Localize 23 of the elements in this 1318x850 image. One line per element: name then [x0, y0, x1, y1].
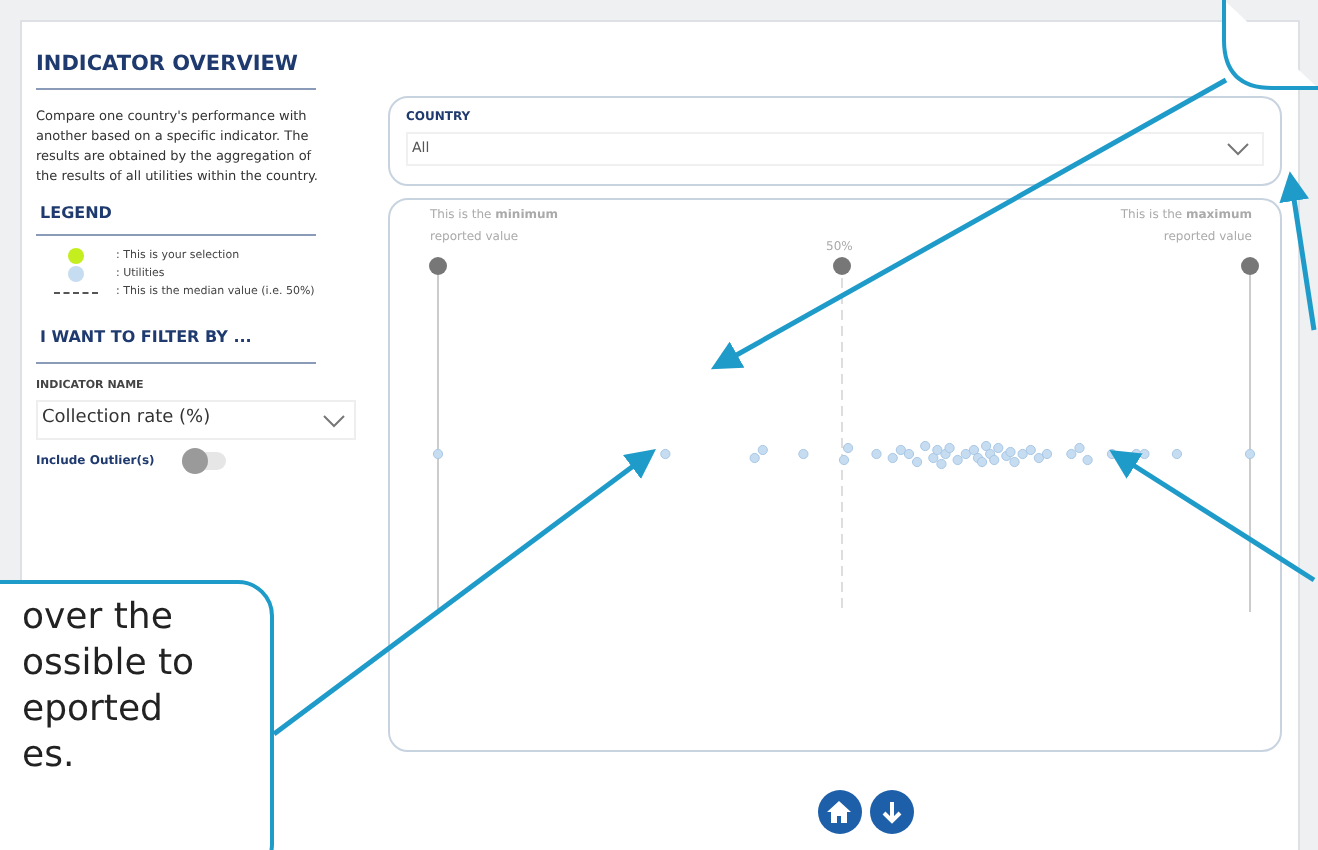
- callout-text: ossible to: [22, 640, 197, 686]
- dashed-line-icon: [54, 291, 98, 294]
- callout-text: eported: [22, 686, 165, 732]
- utility-point: [798, 448, 809, 460]
- chevron-down-icon: [1226, 142, 1250, 156]
- down-button[interactable]: [869, 790, 913, 834]
- arrow-down-icon: [881, 800, 901, 824]
- utility-point: [1106, 448, 1118, 460]
- callout-text: over the: [22, 594, 175, 640]
- indicator-dropdown[interactable]: Collection rate (%): [36, 400, 356, 440]
- callout-text: es.: [22, 732, 77, 778]
- utility-point: [1244, 448, 1256, 460]
- utility-point: [660, 448, 671, 460]
- utility-point: [871, 448, 882, 460]
- chevron-down-icon: [322, 413, 346, 427]
- utility-point: [1171, 448, 1182, 460]
- legend-title: LEGEND: [36, 201, 316, 236]
- filter-title: I WANT TO FILTER BY ...: [36, 325, 316, 364]
- page-title: INDICATOR OVERVIEW: [36, 50, 316, 90]
- utility-point: [432, 448, 444, 460]
- home-icon: [826, 800, 852, 824]
- home-button[interactable]: [817, 790, 861, 834]
- outlier-toggle[interactable]: [182, 452, 227, 470]
